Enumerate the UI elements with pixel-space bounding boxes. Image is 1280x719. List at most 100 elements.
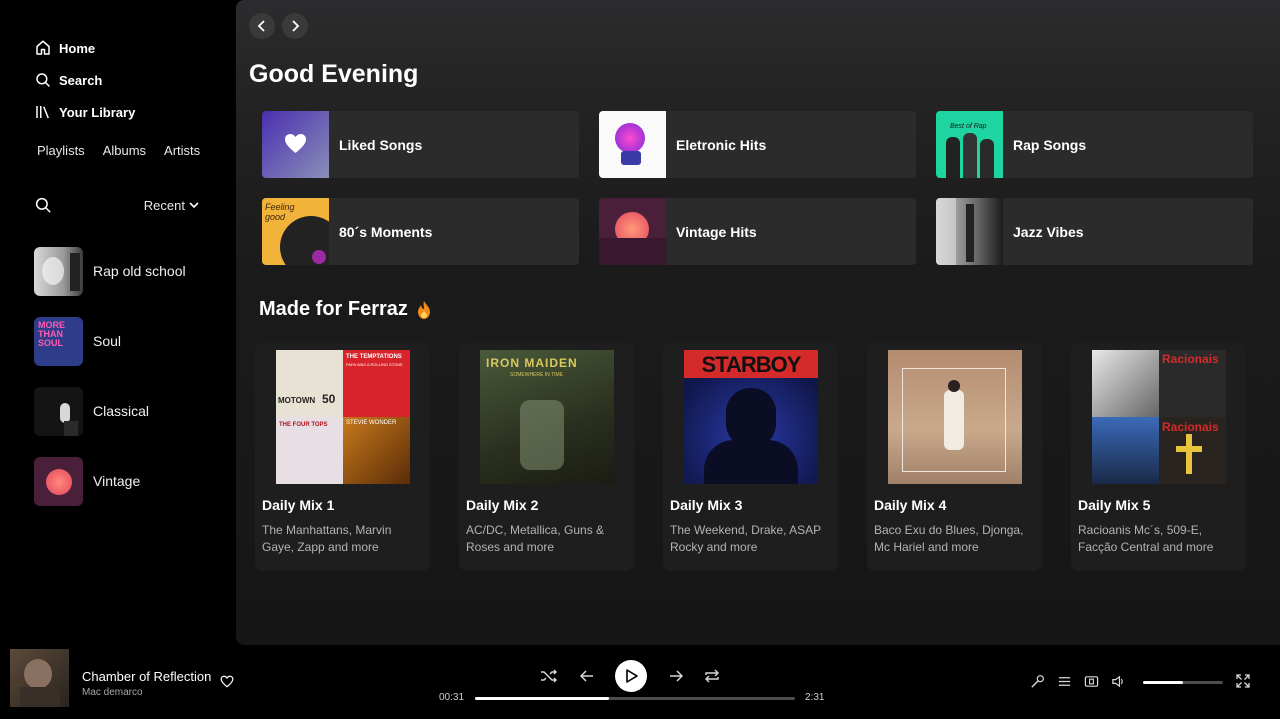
quick-card[interactable]: Feeling good 80´s Moments: [262, 198, 579, 265]
mix-desc: Racioanis Mc´s, 509-E, Facção Central an…: [1078, 523, 1214, 554]
previous-button[interactable]: [579, 670, 594, 682]
library-item[interactable]: Rap old school: [34, 246, 186, 296]
volume-icon[interactable]: [1111, 674, 1126, 689]
cover-text: STARBOY: [701, 352, 802, 377]
forward-button[interactable]: [282, 13, 308, 39]
device-icon[interactable]: [1084, 674, 1099, 689]
shuffle-button[interactable]: [540, 668, 558, 684]
history-nav: [249, 13, 308, 39]
next-button[interactable]: [669, 670, 683, 682]
mix-row: MOTOWN 50 THE TEMPTATIONS PAPA WAS A ROL…: [255, 343, 1246, 571]
mix-card[interactable]: MOTOWN 50 THE TEMPTATIONS PAPA WAS A ROL…: [255, 343, 430, 571]
library-item-name: Soul: [93, 333, 122, 349]
mix-title: Daily Mix 4: [874, 497, 947, 513]
library-cover: [34, 246, 83, 296]
search-icon: [36, 73, 50, 87]
quick-access-grid: Liked Songs Eletronic Hits Best of Rap R…: [262, 111, 1254, 265]
quick-cover: Best of Rap: [936, 111, 1003, 178]
library-list: Rap old school MORE THAN SOUL Soul Class…: [34, 246, 186, 526]
mix-card[interactable]: Daily Mix 4 Baco Exu do Blues, Djonga, M…: [867, 343, 1042, 571]
quick-cover: [599, 111, 666, 178]
cover-text: MOTOWN: [278, 396, 316, 405]
library-item[interactable]: Classical: [34, 386, 186, 436]
mix-cover: Racionais Racionais: [1092, 350, 1226, 484]
chevron-right-icon: [292, 20, 300, 32]
microphone-icon[interactable]: [1030, 674, 1045, 689]
like-button[interactable]: [220, 675, 234, 693]
mix-desc: Baco Exu do Blues, Djonga, Mc Hariel and…: [874, 523, 1024, 554]
mix-desc: The Manhattans, Marvin Gaye, Zapp and mo…: [262, 523, 392, 554]
quick-label: Jazz Vibes: [1013, 223, 1084, 240]
queue-icon[interactable]: [1057, 674, 1072, 689]
mix-card[interactable]: IRON MAIDEN SOMEWHERE IN TIME Daily Mix …: [459, 343, 634, 571]
library-item-name: Rap old school: [93, 263, 186, 279]
mix-title: Daily Mix 1: [262, 497, 335, 513]
library-cover: MORE THAN SOUL: [34, 316, 83, 366]
elapsed-time: 00:31: [439, 692, 465, 703]
progress-fill: [475, 697, 610, 700]
quick-card[interactable]: Best of Rap Rap Songs: [936, 111, 1253, 178]
mix-cover: STARBOY: [684, 350, 818, 484]
library-filters: Playlists Albums Artists: [37, 143, 200, 158]
app-window: Home Search Your Library Playlists Album…: [0, 0, 1280, 719]
quick-card[interactable]: Liked Songs: [262, 111, 579, 178]
nav-home-label: Home: [59, 40, 96, 56]
fullscreen-button[interactable]: [1236, 674, 1250, 693]
quick-label: 80´s Moments: [339, 223, 433, 240]
filter-albums[interactable]: Albums: [103, 143, 146, 158]
mix-card[interactable]: Racionais Racionais Daily Mix 5 Racioani…: [1071, 343, 1246, 571]
library-tools: Recent: [34, 195, 200, 215]
cover-text: SOMEWHERE IN TIME: [510, 372, 563, 378]
quick-card[interactable]: Eletronic Hits: [599, 111, 916, 178]
now-playing-artist[interactable]: Mac demarco: [82, 687, 143, 698]
sidebar-nav: Home Search Your Library: [34, 32, 135, 128]
library-item[interactable]: Vintage: [34, 456, 186, 506]
arrow-right-icon: [669, 670, 683, 682]
nav-library[interactable]: Your Library: [34, 96, 135, 128]
nav-search[interactable]: Search: [34, 64, 135, 96]
page-title: Good Evening: [249, 60, 419, 88]
cover-text: THE FOUR TOPS: [279, 422, 328, 428]
section-title: Made for Ferraz: [259, 298, 432, 321]
volume-slider[interactable]: [1143, 681, 1223, 684]
fullscreen-icon: [1236, 674, 1250, 688]
quick-label: Rap Songs: [1013, 136, 1087, 153]
back-button[interactable]: [249, 13, 275, 39]
progress-bar[interactable]: [475, 697, 795, 700]
cover-text: Racionais: [1162, 352, 1219, 366]
repeat-button[interactable]: [704, 668, 720, 684]
filter-playlists[interactable]: Playlists: [37, 143, 85, 158]
library-item-name: Vintage: [93, 473, 141, 489]
library-search-icon[interactable]: [34, 196, 52, 214]
quick-label: Vintage Hits: [676, 223, 757, 240]
cover-text: STEVIE WONDER: [346, 420, 397, 426]
cover-text: Racionais: [1162, 420, 1219, 434]
sort-dropdown[interactable]: Recent: [144, 198, 200, 213]
nav-library-label: Your Library: [59, 104, 136, 120]
cover-text: MORE THAN SOUL: [38, 319, 65, 348]
play-button[interactable]: [615, 660, 647, 692]
now-playing-title[interactable]: Chamber of Reflection: [82, 669, 211, 684]
filter-artists[interactable]: Artists: [164, 143, 200, 158]
nav-home[interactable]: Home: [34, 32, 135, 64]
playback-controls: [540, 660, 720, 692]
library-item[interactable]: MORE THAN SOUL Soul: [34, 316, 186, 366]
volume-fill: [1143, 681, 1183, 684]
total-time: 2:31: [805, 692, 825, 703]
mix-desc: AC/DC, Metallica, Guns & Roses and more: [466, 523, 605, 554]
library-item-name: Classical: [93, 403, 150, 419]
cover-text: Best of Rap: [950, 123, 987, 130]
chevron-down-icon: [189, 202, 199, 209]
mix-cover: MOTOWN 50 THE TEMPTATIONS PAPA WAS A ROL…: [276, 350, 410, 484]
mix-desc: The Weekend, Drake, ASAP Rocky and more: [670, 523, 821, 554]
quick-card[interactable]: Vintage Hits: [599, 198, 916, 265]
mix-card[interactable]: STARBOY Daily Mix 3 The Weekend, Drake, …: [663, 343, 838, 571]
nav-search-label: Search: [59, 72, 103, 88]
main-content: Good Evening Liked Songs Eletronic Hits …: [236, 0, 1280, 645]
quick-card[interactable]: Jazz Vibes: [936, 198, 1253, 265]
mix-title: Daily Mix 3: [670, 497, 743, 513]
home-icon: [36, 40, 50, 55]
heart-filled-icon: [285, 133, 306, 154]
heart-icon: [220, 675, 234, 688]
play-icon: [625, 669, 638, 683]
